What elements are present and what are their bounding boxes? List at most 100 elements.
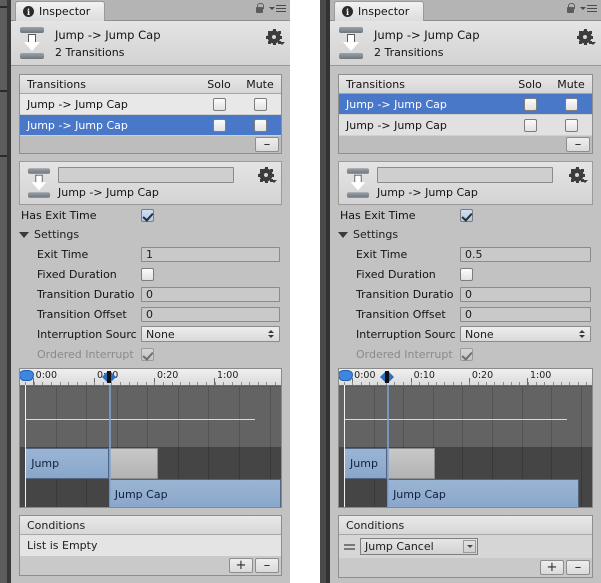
field-checkbox[interactable] — [141, 267, 154, 281]
transition-timeline[interactable]: 0:000:100:201:00 JumpJump Cap — [338, 368, 593, 508]
table-row[interactable]: Jump -> Jump Cap — [339, 115, 592, 136]
solo-checkbox[interactable] — [523, 118, 537, 132]
timeline-ruler[interactable]: 0:000:100:201:00 — [339, 369, 592, 386]
remove-condition-button[interactable]: – — [255, 558, 279, 573]
table-row[interactable]: Jump -> Jump Cap — [339, 94, 592, 115]
condition-parameter-dropdown[interactable]: Jump Cancel — [360, 538, 478, 555]
has-exit-time-label: Has Exit Time — [21, 208, 97, 222]
chevron-down-icon — [466, 545, 473, 548]
remove-condition-button[interactable]: – — [566, 560, 590, 575]
field-checkbox[interactable] — [460, 347, 473, 361]
field-input[interactable]: 0.5 — [460, 246, 591, 262]
hamburger-menu-icon[interactable] — [580, 4, 597, 13]
settings-field-row: Fixed Duration — [19, 264, 282, 284]
timeline-subtick — [435, 382, 437, 385]
timeline-clip[interactable] — [387, 448, 436, 479]
timeline-subtick — [249, 382, 251, 385]
settings-field-row: Transition Duratio 0 — [338, 284, 593, 304]
settings-section: Has Exit Time Settings Exit Time 0.5 Fixed D… — [338, 205, 593, 364]
has-exit-time-checkbox[interactable] — [460, 208, 473, 222]
timeline-clip[interactable]: Jump Cap — [387, 479, 580, 507]
field-label: Fixed Duration — [356, 267, 436, 281]
settings-foldout[interactable]: Settings — [338, 225, 593, 244]
settings-foldout[interactable]: Settings — [19, 225, 282, 244]
lock-icon[interactable] — [566, 3, 575, 14]
timeline-subtick — [206, 382, 208, 385]
drag-handle-icon[interactable] — [344, 543, 355, 550]
transition-row-label: Jump -> Jump Cap — [27, 118, 128, 132]
timeline-subtick — [137, 382, 139, 385]
timeline-transition-marker[interactable] — [378, 371, 396, 383]
timeline-subtick — [42, 382, 44, 385]
field-dropdown[interactable]: None — [141, 326, 280, 342]
mute-checkbox[interactable] — [253, 118, 267, 132]
field-input[interactable]: 0 — [460, 286, 591, 302]
transitions-column-label: Transitions — [346, 77, 405, 91]
timeline-clip[interactable]: Jump — [344, 448, 388, 479]
timeline-clip[interactable]: Jump Cap — [108, 479, 281, 507]
table-row[interactable]: Jump -> Jump Cap — [20, 94, 281, 115]
field-label: Transition Duratio — [356, 287, 454, 301]
tab-inspector[interactable]: i Inspector — [15, 1, 106, 21]
timeline-playhead-handle[interactable] — [20, 370, 35, 383]
lock-icon[interactable] — [255, 3, 264, 14]
tab-inspector[interactable]: i Inspector — [334, 1, 425, 21]
transitions-list-footer: – — [20, 136, 281, 153]
mute-checkbox[interactable] — [253, 97, 267, 111]
timeline-clip[interactable]: Jump — [25, 448, 109, 479]
add-condition-button[interactable]: + — [229, 558, 253, 573]
timeline-playhead-line — [344, 385, 346, 507]
timeline-playhead-handle[interactable] — [339, 370, 354, 383]
solo-checkbox[interactable] — [212, 97, 226, 111]
transition-name-input[interactable] — [58, 167, 234, 183]
table-row[interactable]: Jump -> Jump Cap — [20, 115, 281, 136]
chevron-down-icon — [19, 231, 29, 238]
mute-checkbox[interactable] — [564, 118, 578, 132]
field-checkbox[interactable] — [460, 267, 473, 281]
preview-gear-icon[interactable] — [569, 167, 588, 183]
object-header: Jump -> Jump Cap 2 Transitions — [330, 21, 601, 66]
header-gear-icon[interactable] — [266, 29, 285, 45]
timeline-ruler[interactable]: 0:000:100:201:00 — [20, 369, 281, 386]
timeline-subtick — [561, 382, 563, 385]
field-checkbox[interactable] — [141, 347, 154, 361]
timeline-subtick — [452, 382, 454, 385]
timeline-gridline — [55, 387, 57, 507]
hamburger-menu-icon[interactable] — [269, 4, 286, 13]
field-input[interactable]: 0 — [460, 306, 591, 322]
edge-tick — [0, 90, 7, 92]
has-exit-time-row[interactable]: Has Exit Time — [19, 205, 282, 225]
field-input[interactable]: 0 — [141, 286, 280, 302]
transition-name-input[interactable] — [377, 167, 553, 183]
timeline-transition-marker[interactable] — [100, 371, 118, 383]
timeline-marker-line — [387, 385, 390, 507]
preview-gear-icon[interactable] — [258, 167, 277, 183]
timeline-upper-track-area — [339, 387, 592, 447]
has-exit-time-row[interactable]: Has Exit Time — [338, 205, 593, 225]
timeline-subtick — [266, 382, 268, 385]
transition-preview-block: Jump -> Jump Cap — [338, 161, 593, 205]
add-condition-button[interactable]: + — [540, 560, 564, 575]
solo-cell — [199, 118, 239, 132]
field-input[interactable]: 1 — [141, 246, 280, 262]
timeline-subtick — [519, 382, 521, 385]
field-label: Fixed Duration — [37, 267, 117, 281]
remove-transition-button[interactable]: – — [566, 137, 590, 152]
solo-checkbox[interactable] — [212, 118, 226, 132]
header-gear-icon[interactable] — [577, 29, 596, 45]
has-exit-time-checkbox[interactable] — [141, 208, 154, 222]
mute-checkbox[interactable] — [564, 97, 578, 111]
timeline-subtick — [485, 382, 487, 385]
unity-inspector-screenshot: i Inspector Jump -> Jump Cap 2 Transitions T… — [0, 0, 601, 583]
field-dropdown[interactable]: None — [460, 326, 591, 342]
timeline-subtick — [180, 382, 182, 385]
remove-transition-button[interactable]: – — [255, 137, 279, 152]
conditions-empty-label: List is Empty — [20, 535, 281, 556]
transition-timeline[interactable]: 0:000:100:201:00 JumpJump Cap — [19, 368, 282, 508]
dropdown-toggle-button[interactable] — [463, 540, 476, 553]
tab-label: Inspector — [358, 5, 410, 18]
timeline-clip[interactable] — [108, 448, 159, 479]
conditions-section: Conditions Jump Cancel + – — [338, 515, 593, 578]
field-input[interactable]: 0 — [141, 306, 280, 322]
solo-checkbox[interactable] — [523, 97, 537, 111]
